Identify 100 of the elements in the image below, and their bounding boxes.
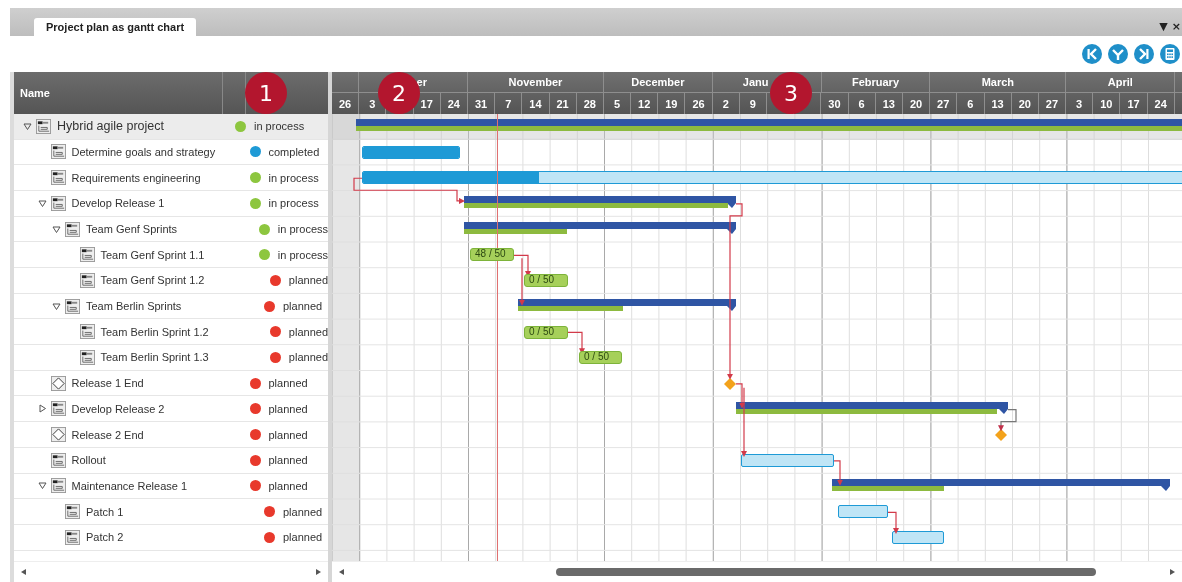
task-bar[interactable] (838, 505, 888, 519)
task-row[interactable]: Team Berlin Sprint 1.3 planned (14, 345, 328, 371)
week-label: 30 (828, 97, 841, 110)
status-text: in process (277, 248, 328, 261)
task-row[interactable]: Hybrid agile project in process (14, 113, 328, 140)
scroll-left-icon[interactable] (338, 568, 346, 576)
summary-bar[interactable] (464, 196, 736, 209)
status-text: in process (254, 120, 305, 133)
task-bar[interactable] (362, 171, 1182, 185)
sprint-bar[interactable]: 48 / 50 (470, 248, 514, 262)
week-label: 13 (882, 97, 895, 110)
status-text: in process (268, 197, 319, 210)
task-row[interactable]: Team Berlin Sprints planned (14, 293, 328, 320)
week-label: 6 (967, 97, 974, 110)
task-icon (65, 298, 80, 314)
sprint-bar[interactable]: 0 / 50 (524, 325, 568, 339)
status-text: planned (268, 402, 308, 415)
task-icon (50, 401, 66, 417)
expand-toggle[interactable] (52, 301, 61, 311)
scrollbar-thumb[interactable] (556, 568, 1096, 576)
document-tab[interactable]: Project plan as gantt chart (34, 18, 197, 36)
task-name: Release 2 End (71, 428, 144, 441)
close-button[interactable]: × (1170, 21, 1182, 33)
status-text: planned (268, 428, 308, 441)
task-bar[interactable] (741, 453, 834, 467)
task-row[interactable]: Patch 2 planned (14, 524, 328, 551)
expand-toggle[interactable] (52, 224, 61, 234)
task-name: Develop Release 1 (71, 197, 165, 210)
week-label: 7 (505, 97, 512, 110)
task-row[interactable]: Rollout planned (14, 447, 328, 474)
dependency-arrow (833, 460, 843, 486)
scroll-right-icon[interactable] (314, 568, 322, 576)
milestone-diamond[interactable] (724, 377, 736, 390)
week-label: 3 (369, 97, 376, 110)
week-label: 28 (583, 97, 596, 110)
expand-toggle[interactable] (37, 481, 47, 491)
task-row[interactable]: Release 1 End planned (14, 370, 328, 397)
summary-bar[interactable] (736, 401, 1008, 414)
week-label: 24 (447, 97, 460, 110)
task-name: Team Genf Sprint 1.2 (100, 274, 205, 287)
column-header[interactable]: Name (20, 86, 50, 99)
task-icon (50, 170, 66, 186)
week-label: 19 (665, 97, 678, 110)
month-label: March (981, 76, 1015, 88)
task-row[interactable]: Team Genf Sprint 1.1 in process (14, 242, 328, 269)
task-row[interactable]: Team Berlin Sprint 1.2 planned (14, 319, 328, 346)
task-row[interactable]: Team Genf Sprints in process (14, 216, 328, 243)
task-row[interactable]: Release 2 End planned (14, 422, 328, 448)
week-label: 13 (991, 97, 1004, 110)
status-text: planned (283, 300, 323, 313)
summary-bar[interactable] (518, 298, 736, 311)
dependency-arrow (998, 408, 1017, 432)
status-text: planned (268, 377, 308, 390)
dropdown-button[interactable]: ▼ (1158, 21, 1169, 33)
status-text: in process (277, 223, 328, 235)
task-icon (50, 144, 66, 160)
milestone-diamond[interactable] (995, 429, 1007, 442)
week-label: 24 (1154, 97, 1167, 110)
month-label: November (508, 76, 563, 88)
skip-start-icon[interactable] (1082, 44, 1102, 64)
expand-toggle[interactable] (37, 198, 47, 208)
sprint-bar[interactable]: 0 / 50 (524, 274, 568, 288)
task-name: Maintenance Release 1 (71, 479, 188, 492)
task-icon (79, 247, 95, 263)
status-text: planned (268, 479, 308, 492)
month-label: Janu (742, 76, 769, 88)
task-icon (50, 195, 66, 211)
task-icon (65, 529, 80, 545)
week-label: 3 (1076, 97, 1083, 110)
task-row[interactable]: Requirements engineering in process (14, 165, 328, 191)
expand-toggle[interactable] (23, 121, 32, 131)
task-name: Determine goals and strategy (71, 145, 216, 158)
task-name: Patch 1 (86, 505, 124, 518)
calculator-icon[interactable] (1160, 44, 1180, 64)
task-row[interactable]: Develop Release 1 in process (14, 191, 328, 217)
expand-toggle[interactable] (37, 404, 47, 414)
task-row[interactable]: Develop Release 2 planned (14, 396, 328, 423)
task-icon (50, 478, 66, 494)
task-row[interactable]: Team Genf Sprint 1.2 planned (14, 268, 328, 294)
summary-bar[interactable] (464, 221, 736, 234)
task-bar[interactable] (362, 145, 460, 159)
task-name: Develop Release 2 (71, 402, 165, 415)
task-row[interactable]: Patch 1 planned (14, 499, 328, 525)
status-text: planned (283, 505, 323, 518)
summary-bar[interactable] (356, 119, 1182, 131)
task-name: Team Berlin Sprint 1.3 (100, 351, 209, 364)
summary-bar[interactable] (832, 478, 1170, 491)
skip-end-icon[interactable] (1134, 44, 1154, 64)
task-row[interactable]: Maintenance Release 1 planned (14, 473, 328, 500)
task-row[interactable]: Determine goals and strategy completed (14, 139, 328, 166)
scroll-right-icon[interactable] (1168, 568, 1176, 576)
status-text: planned (288, 325, 328, 338)
task-name: Team Berlin Sprint 1.2 (100, 325, 209, 338)
task-name: Team Genf Sprints (86, 223, 178, 235)
task-name: Hybrid agile project (57, 119, 164, 134)
sprint-bar[interactable]: 0 / 50 (579, 351, 622, 365)
milestone-icon (50, 427, 66, 442)
week-label: 26 (692, 97, 705, 110)
task-icon (65, 221, 80, 237)
scroll-left-icon[interactable] (20, 568, 28, 576)
